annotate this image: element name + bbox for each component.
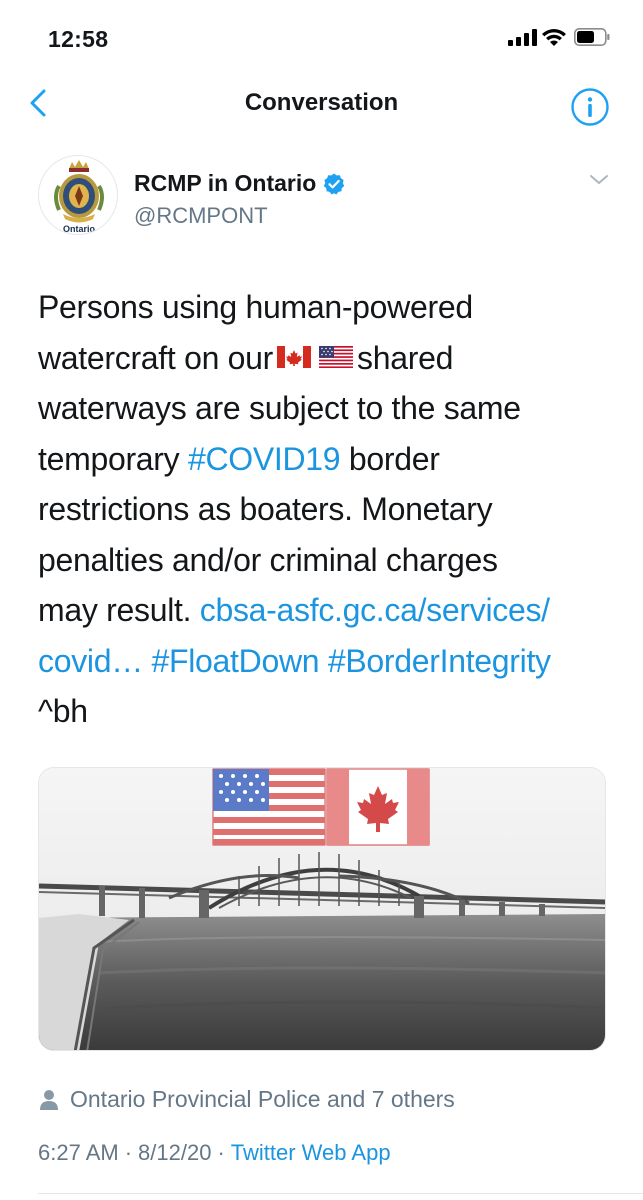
avatar[interactable]: Ontario	[38, 155, 118, 235]
wifi-icon	[542, 29, 566, 46]
chevron-down-icon[interactable]	[588, 172, 610, 188]
tweet-text-line: Persons using human-powered	[38, 282, 608, 333]
person-icon	[40, 1089, 58, 1110]
status-time: 12:58	[48, 26, 109, 52]
tweet-text-segment: Persons using human-powered	[38, 289, 473, 325]
tweet-text-line: restrictions as boaters. Monetary	[38, 484, 608, 535]
liked-by-row[interactable]: Ontario Provincial Police and 7 others	[38, 1086, 455, 1113]
tweet-text: Persons using human-powered watercraft on…	[38, 282, 608, 737]
navigation-bar: Conversation	[0, 72, 643, 134]
tweet-text-segment: penalties and/or criminal charges	[38, 541, 498, 578]
tweet-text-line: penalties and/or criminal charges	[38, 535, 608, 586]
tweet-text-segment: temporary	[38, 440, 188, 477]
meta-separator: ·	[124, 1140, 133, 1165]
url-link[interactable]: cbsa-asfc.gc.ca/services/	[200, 592, 550, 628]
tweet-text-line: waterways are subject to the same	[38, 383, 608, 434]
tweet-text-segment: restrictions as boaters. Monetary	[38, 491, 493, 527]
author-handle[interactable]: @RCMPONT	[134, 203, 268, 229]
tweet-text-line: covid… #FloatDown #BorderIntegrity	[38, 636, 608, 687]
tweet-meta: 6:27 AM · 8/12/20 · Twitter Web App	[38, 1140, 391, 1166]
liked-by-text[interactable]: Ontario Provincial Police and 7 others	[70, 1086, 455, 1113]
tweet-text-segment: border	[340, 440, 440, 477]
tweet-text-segment	[143, 643, 152, 679]
battery-icon	[574, 28, 610, 46]
tweet-text-segment: watercraft on our	[38, 339, 274, 376]
meta-separator: ·	[217, 1140, 225, 1165]
url-link[interactable]: covid…	[38, 643, 143, 679]
tweet-text-segment: may result.	[38, 592, 200, 628]
tweet-text-line: may result. cbsa-asfc.gc.ca/services/	[38, 585, 608, 636]
avatar-caption: Ontario	[63, 224, 96, 234]
us-flag-icon	[212, 768, 326, 846]
tweet-text-segment: waterways are subject to the same	[38, 390, 521, 426]
divider	[38, 1193, 643, 1194]
tweet-text-segment: shared	[357, 339, 454, 376]
tweet-time: 6:27 AM	[38, 1140, 119, 1165]
canada-flag-icon	[326, 768, 430, 846]
tweet-text-line: temporary #COVID19 border	[38, 434, 608, 485]
hashtag-link[interactable]: #BorderIntegrity	[328, 643, 551, 679]
us-flag-emoji-icon	[319, 346, 354, 369]
tweet-source-link[interactable]: Twitter Web App	[231, 1140, 391, 1165]
rcmp-crest-logo: Ontario	[54, 160, 104, 234]
tweet-text-line: watercraft on our shared	[38, 333, 608, 384]
tweet-image[interactable]	[38, 767, 606, 1051]
tweet-date: 8/12/20	[138, 1140, 212, 1165]
border-bridge-photo	[39, 768, 605, 1050]
status-bar: 12:58	[0, 0, 643, 70]
page-title: Conversation	[244, 89, 399, 116]
verified-badge-icon	[324, 173, 345, 194]
hashtag-link[interactable]: #COVID19	[188, 441, 341, 477]
tweet-text-segment	[319, 643, 328, 679]
author-name[interactable]: RCMP in Ontario	[134, 170, 316, 197]
tweet-text-segment: ^bh	[38, 693, 88, 729]
author-name-row[interactable]: RCMP in Ontario	[134, 170, 346, 197]
hashtag-link[interactable]: #FloatDown	[152, 643, 320, 679]
cellular-signal-icon	[508, 29, 537, 46]
tweet-text-line: ^bh	[38, 686, 608, 737]
info-icon[interactable]	[570, 87, 610, 127]
canada-flag-emoji-icon	[277, 346, 312, 369]
